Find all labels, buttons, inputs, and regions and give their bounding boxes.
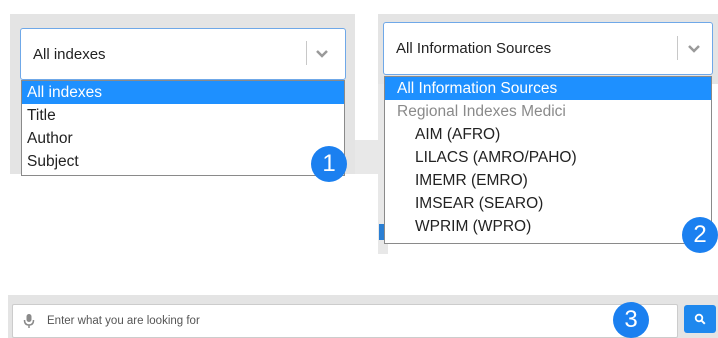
option-label: AIM (AFRO) xyxy=(415,126,501,143)
source-option-lilacs-amro-paho[interactable]: LILACS (AMRO/PAHO) xyxy=(385,146,711,169)
source-option-wprim-wpro[interactable]: WPRIM (WPRO) xyxy=(385,215,711,238)
search-input[interactable]: Enter what you are looking for xyxy=(12,304,678,338)
option-label: Subject xyxy=(27,153,79,170)
option-label: All indexes xyxy=(27,84,102,101)
chevron-down-icon[interactable] xyxy=(687,44,701,54)
option-label: IMEMR (EMRO) xyxy=(415,172,528,189)
option-label: Title xyxy=(27,107,56,124)
source-option-aim-afro[interactable]: AIM (AFRO) xyxy=(385,123,711,146)
callout-badge-1: 1 xyxy=(311,146,347,182)
source-group-regional-indexes-medici: Regional Indexes Medici xyxy=(385,100,711,123)
index-option-all-indexes[interactable]: All indexes xyxy=(22,81,344,104)
option-label: Author xyxy=(27,130,73,147)
index-dropdown-list: All indexes Title Author Subject xyxy=(21,80,345,176)
source-option-all-information-sources[interactable]: All Information Sources xyxy=(385,77,711,100)
source-select-separator xyxy=(677,36,678,60)
source-option-imemr-emro[interactable]: IMEMR (EMRO) xyxy=(385,169,711,192)
index-select[interactable]: All indexes xyxy=(20,28,346,80)
search-placeholder: Enter what you are looking for xyxy=(47,315,200,327)
option-label: IMSEAR (SEARO) xyxy=(415,195,544,212)
index-select-separator xyxy=(306,41,307,65)
chevron-down-icon[interactable] xyxy=(315,49,329,59)
index-option-title[interactable]: Title xyxy=(22,104,344,127)
callout-badge-2: 2 xyxy=(682,217,718,253)
source-dropdown-list: All Information Sources Regional Indexes… xyxy=(384,76,712,244)
panel1-background-strip xyxy=(355,140,379,174)
microphone-icon[interactable] xyxy=(23,313,35,329)
option-label: WPRIM (WPRO) xyxy=(415,218,532,235)
source-select-value: All Information Sources xyxy=(396,40,552,57)
index-option-subject[interactable]: Subject xyxy=(22,150,344,173)
index-option-author[interactable]: Author xyxy=(22,127,344,150)
source-option-imsear-searo[interactable]: IMSEAR (SEARO) xyxy=(385,192,711,215)
source-select[interactable]: All Information Sources xyxy=(383,22,713,75)
callout-badge-3: 3 xyxy=(613,302,649,338)
search-button[interactable] xyxy=(684,305,716,333)
group-label: Regional Indexes Medici xyxy=(397,103,566,120)
search-icon xyxy=(694,313,706,325)
option-label: All Information Sources xyxy=(397,80,558,97)
index-select-value: All indexes xyxy=(33,46,106,63)
option-label: LILACS (AMRO/PAHO) xyxy=(415,149,577,166)
